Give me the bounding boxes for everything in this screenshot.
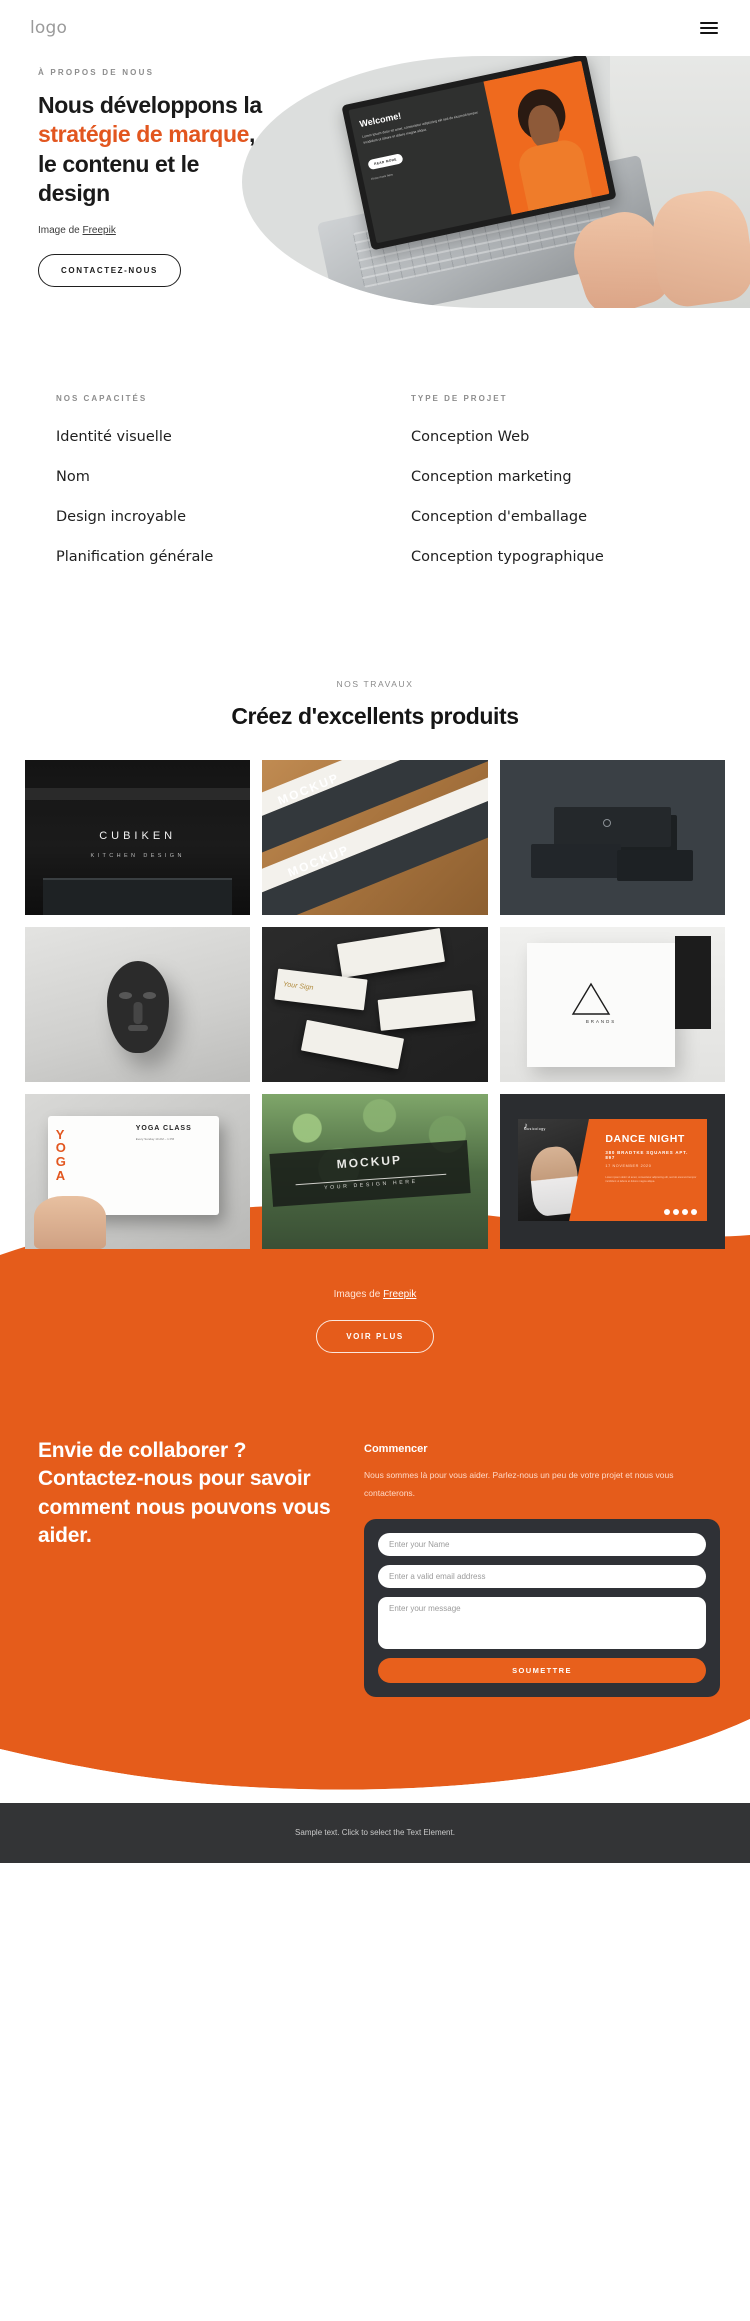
tile-brand: MOCKUP	[336, 1152, 403, 1172]
portfolio-image-credit: Images de Freepik	[0, 1285, 750, 1300]
email-input[interactable]	[378, 1564, 706, 1588]
portfolio-tile[interactable]	[499, 760, 725, 915]
contact-form: SOUMETTRE	[364, 1518, 720, 1697]
site-logo[interactable]: logo	[30, 18, 67, 38]
tile-date: 17 NOVEMBER 2020	[605, 1163, 652, 1168]
tile-music-brand: Musicology	[523, 1126, 546, 1131]
capability-item[interactable]: Nom	[56, 469, 375, 485]
portfolio-tile[interactable]: ♪ Musicology DANCE NIGHT 380 BRADTKE SQU…	[499, 1094, 725, 1249]
hero-section: Welcome! Lorem ipsum dolor sit amet, con…	[0, 56, 750, 308]
cta-form-column: Commencer Nous sommes là pour vous aider…	[364, 1437, 720, 1697]
portfolio-section: NOS TRAVAUX Créez d'excellents produits …	[0, 649, 750, 1249]
portfolio-tile[interactable]: CUBIKEN KITCHEN DESIGN	[25, 760, 251, 915]
portfolio-eyebrow: NOS TRAVAUX	[336, 679, 414, 689]
page-root: logo Welcome! Lorem ipsum dolor sit amet…	[0, 0, 750, 1863]
tile-subtitle: Every Sunday 10 AM – 1 PM	[135, 1136, 175, 1141]
contact-us-button[interactable]: CONTACTEZ-NOUS	[38, 253, 181, 287]
tile-brand: YOGA CLASS	[135, 1124, 192, 1132]
site-footer: Sample text. Click to select the Text El…	[0, 1802, 750, 1863]
project-type-item[interactable]: Conception Web	[411, 429, 750, 445]
hamburger-icon[interactable]	[696, 18, 722, 38]
credit-prefix: Image de	[38, 224, 83, 236]
portfolio-tile[interactable]: Your Sign	[262, 927, 488, 1082]
social-icons	[663, 1209, 697, 1216]
orange-section: Images de Freepik VOIR PLUS Envie de col…	[0, 1191, 750, 1803]
credit-prefix: Images de	[333, 1289, 384, 1300]
cta-heading: Envie de collaborer ? Contactez-nous pou…	[38, 1439, 331, 1548]
capability-item[interactable]: Design incroyable	[56, 509, 375, 525]
hero-image-credit: Image de Freepik	[38, 225, 268, 236]
freepik-link[interactable]: Freepik	[82, 225, 115, 236]
hero-title-accent: stratégie de marque	[38, 121, 249, 148]
hero-eyebrow: À PROPOS DE NOUS	[38, 68, 155, 77]
name-input[interactable]	[378, 1532, 706, 1556]
form-description: Nous sommes là pour vous aider. Parlez-n…	[364, 1470, 674, 1498]
portfolio-tile[interactable]	[25, 927, 251, 1082]
portfolio-title: Créez d'excellents produits	[231, 703, 519, 729]
wave-bottom-divider	[0, 1692, 750, 1803]
capabilities-column-left: NOS CAPACITÉS Identité visuelle Nom Desi…	[0, 394, 375, 589]
triangle-icon	[572, 982, 611, 1015]
capabilities-column-right: TYPE DE PROJET Conception Web Conception…	[375, 394, 750, 589]
orange-body: Images de Freepik VOIR PLUS Envie de col…	[0, 1285, 750, 1697]
capabilities-section: NOS CAPACITÉS Identité visuelle Nom Desi…	[0, 308, 750, 649]
hero-title-part1: Nous développons la	[38, 92, 262, 118]
form-heading: Commencer	[364, 1443, 428, 1455]
project-type-item[interactable]: Conception d'emballage	[411, 509, 750, 525]
portfolio-tile[interactable]: YOGA YOGA CLASS Every Sunday 10 AM – 1 P…	[25, 1094, 251, 1249]
cta-section: Envie de collaborer ? Contactez-nous pou…	[0, 1411, 750, 1697]
tile-brand: DANCE NIGHT	[605, 1132, 685, 1145]
see-more-button[interactable]: VOIR PLUS	[316, 1320, 434, 1353]
capability-item[interactable]: Planification générale	[56, 549, 375, 565]
tile-body: Lorem ipsum dolor sit amet, consectetur …	[605, 1175, 697, 1184]
laptop-read-more: READ MORE	[367, 152, 404, 170]
project-type-item[interactable]: Conception marketing	[411, 469, 750, 485]
portfolio-grid: CUBIKEN KITCHEN DESIGN 01 MOCKUP MOCKUP	[0, 760, 750, 1249]
tile-label: BRANDS	[585, 1019, 617, 1025]
project-type-heading: TYPE DE PROJET	[411, 394, 508, 403]
hero-image: Welcome! Lorem ipsum dolor sit amet, con…	[242, 56, 750, 308]
portfolio-tile[interactable]: MOCKUP YOUR DESIGN HERE	[262, 1094, 488, 1249]
capabilities-heading: NOS CAPACITÉS	[56, 394, 148, 403]
submit-button[interactable]: SOUMETTRE	[378, 1657, 706, 1683]
footer-text: Sample text. Click to select the Text El…	[295, 1828, 455, 1838]
hero-title: Nous développons la stratégie de marque,…	[38, 91, 268, 209]
tile-subtitle: KITCHEN DESIGN	[90, 853, 185, 859]
tile-address: 380 BRADTKE SQUARES APT. 897	[605, 1149, 689, 1160]
portfolio-tile[interactable]: BRANDS	[499, 927, 725, 1082]
message-input[interactable]	[378, 1596, 706, 1649]
cta-text-column: Envie de collaborer ? Contactez-nous pou…	[38, 1437, 338, 1697]
portfolio-tile[interactable]: 01 MOCKUP MOCKUP	[262, 760, 488, 915]
tile-brand: CUBIKEN	[99, 829, 177, 842]
capability-item[interactable]: Identité visuelle	[56, 429, 375, 445]
project-type-item[interactable]: Conception typographique	[411, 549, 750, 565]
site-header: logo	[0, 0, 750, 56]
freepik-link[interactable]: Freepik	[383, 1289, 416, 1300]
